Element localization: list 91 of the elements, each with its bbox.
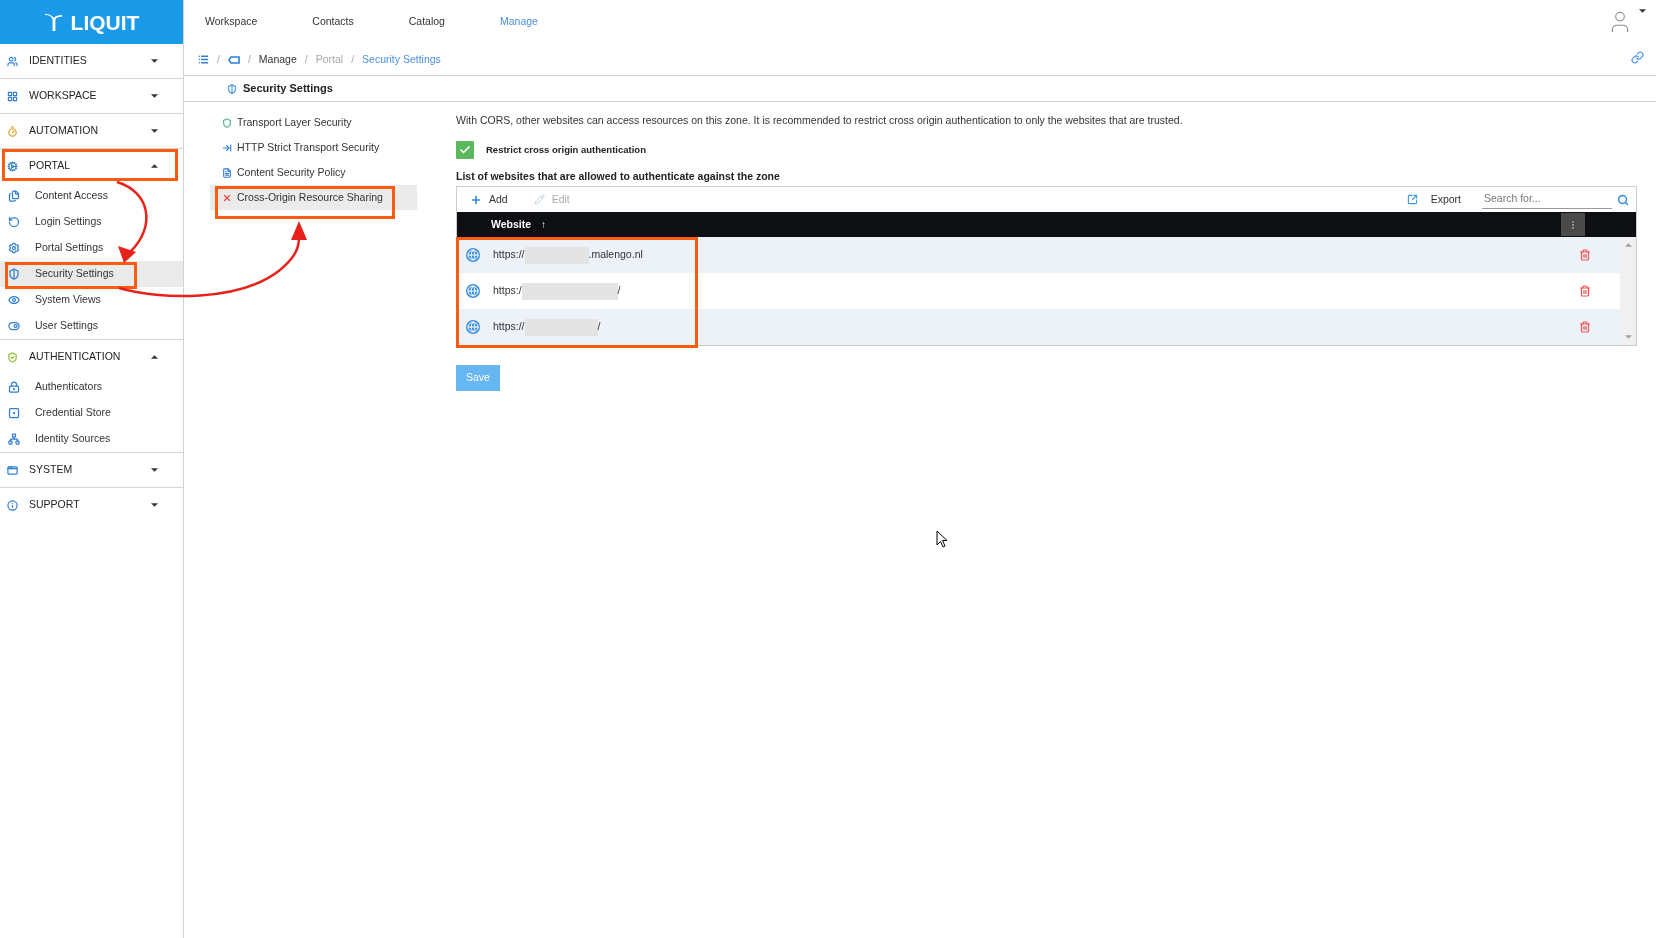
website-text: / xyxy=(617,283,621,299)
globe-icon xyxy=(466,320,480,334)
sidebar-section[interactable]: SUPPORT xyxy=(0,488,183,522)
sidebar-section[interactable]: IDENTITIES xyxy=(0,44,183,78)
website-text: https:/ xyxy=(493,283,522,299)
add-button[interactable]: Add xyxy=(470,191,508,208)
description-text: With CORS, other websites can access resources on this zone. It is recommended to restrict cross origin authentication to only the websites that are trusted. xyxy=(456,113,1184,128)
submenu-item[interactable]: Content Security Policy xyxy=(210,160,417,185)
check-icon xyxy=(459,144,471,156)
timer-icon xyxy=(7,125,18,137)
pencil-icon xyxy=(533,194,545,205)
cog-icon xyxy=(7,160,18,172)
submenu-item[interactable]: Transport Layer Security xyxy=(210,110,417,135)
website-text: https:// xyxy=(493,247,525,263)
sidebar-item[interactable]: Security Settings xyxy=(0,261,183,287)
export-icon xyxy=(1406,194,1418,205)
search-field[interactable]: Search for... xyxy=(1482,190,1612,209)
link-icon[interactable] xyxy=(1631,51,1644,64)
logo-icon xyxy=(43,12,63,32)
search-icon[interactable] xyxy=(1617,193,1629,206)
window-icon xyxy=(7,464,18,476)
globe-icon xyxy=(466,284,480,298)
sidebar-item[interactable]: Content Access xyxy=(0,183,183,209)
sort-indicator: ↑ xyxy=(541,218,547,232)
sidebar-section[interactable]: WORKSPACE xyxy=(0,79,183,113)
grid-icon xyxy=(7,90,18,102)
column-header[interactable]: Website ↑ xyxy=(491,216,547,233)
toggle-icon xyxy=(8,320,20,332)
delete-button[interactable] xyxy=(1579,249,1591,261)
delete-button[interactable] xyxy=(1579,285,1591,297)
gear-icon xyxy=(8,242,20,254)
shield-icon xyxy=(8,268,20,280)
checkbox[interactable] xyxy=(456,141,474,159)
scroll-down-icon[interactable] xyxy=(1624,335,1632,339)
document-icon xyxy=(222,167,232,178)
shield-icon xyxy=(227,83,237,94)
nav-tab[interactable]: Contacts xyxy=(312,14,354,30)
submenu-item[interactable]: HTTP Strict Transport Security xyxy=(210,135,417,160)
rotate-icon xyxy=(8,216,20,228)
breadcrumb-separator: / xyxy=(351,51,355,67)
page-title: Security Settings xyxy=(243,81,333,97)
sidebar-item[interactable]: Credential Store xyxy=(0,400,183,426)
website-text: .malengo.nl xyxy=(588,247,643,263)
shield-icon xyxy=(222,117,232,128)
breadcrumb-separator: / xyxy=(304,51,308,67)
shield-icon xyxy=(7,351,18,363)
plus-icon xyxy=(470,193,482,206)
sidebar-section[interactable]: AUTHENTICATION xyxy=(0,340,183,374)
list-icon[interactable] xyxy=(198,54,209,65)
column-menu-button[interactable] xyxy=(1561,213,1585,236)
network-icon xyxy=(8,433,20,445)
breadcrumb-separator: / xyxy=(247,51,251,67)
mouse-pointer-icon xyxy=(936,530,948,548)
eye-icon xyxy=(8,294,20,306)
sidebar-item[interactable]: Login Settings xyxy=(0,209,183,235)
website-text: https:// xyxy=(493,319,525,335)
delete-button[interactable] xyxy=(1579,321,1591,333)
users-icon xyxy=(7,55,18,67)
breadcrumb-separator: / xyxy=(217,51,220,67)
sidebar-item[interactable]: Portal Settings xyxy=(0,235,183,261)
arrow-icon xyxy=(222,142,232,153)
breadcrumb-current: Security Settings xyxy=(362,51,441,67)
list-heading: List of websites that are allowed to authenticate against the zone xyxy=(456,169,781,184)
sidebar-section[interactable]: AUTOMATION xyxy=(0,114,183,148)
logo-text: LIQUIT xyxy=(70,11,140,33)
checkbox-label: Restrict cross origin authentication xyxy=(486,142,646,157)
lock-icon xyxy=(8,381,20,393)
nav-tab[interactable]: Workspace xyxy=(205,14,258,30)
breadcrumb-link[interactable]: Manage xyxy=(258,51,297,68)
globe-icon xyxy=(466,248,480,262)
caret-down-icon xyxy=(1639,9,1646,13)
trash-icon xyxy=(1579,249,1591,261)
sidebar-item[interactable]: Authenticators xyxy=(0,374,183,400)
sidebar-item[interactable]: User Settings xyxy=(0,313,183,339)
square-icon xyxy=(8,407,20,419)
nav-tab[interactable]: Catalog xyxy=(408,14,445,30)
export-button[interactable]: Export xyxy=(1406,191,1461,208)
sidebar-item[interactable]: System Views xyxy=(0,287,183,313)
sidebar-section[interactable]: PORTAL xyxy=(0,149,183,183)
documents-icon xyxy=(8,190,20,202)
scroll-up-icon[interactable] xyxy=(1624,243,1632,247)
tag-icon[interactable] xyxy=(227,55,240,64)
sidebar-item[interactable]: Identity Sources xyxy=(0,426,183,452)
trash-icon xyxy=(1579,321,1591,333)
website-text: / xyxy=(597,319,601,335)
cross-icon xyxy=(222,192,232,203)
info-icon xyxy=(7,499,18,511)
scrollbar[interactable] xyxy=(1620,237,1636,345)
trash-icon xyxy=(1579,285,1591,297)
nav-tab[interactable]: Manage xyxy=(499,14,538,30)
sidebar-section[interactable]: SYSTEM xyxy=(0,453,183,487)
